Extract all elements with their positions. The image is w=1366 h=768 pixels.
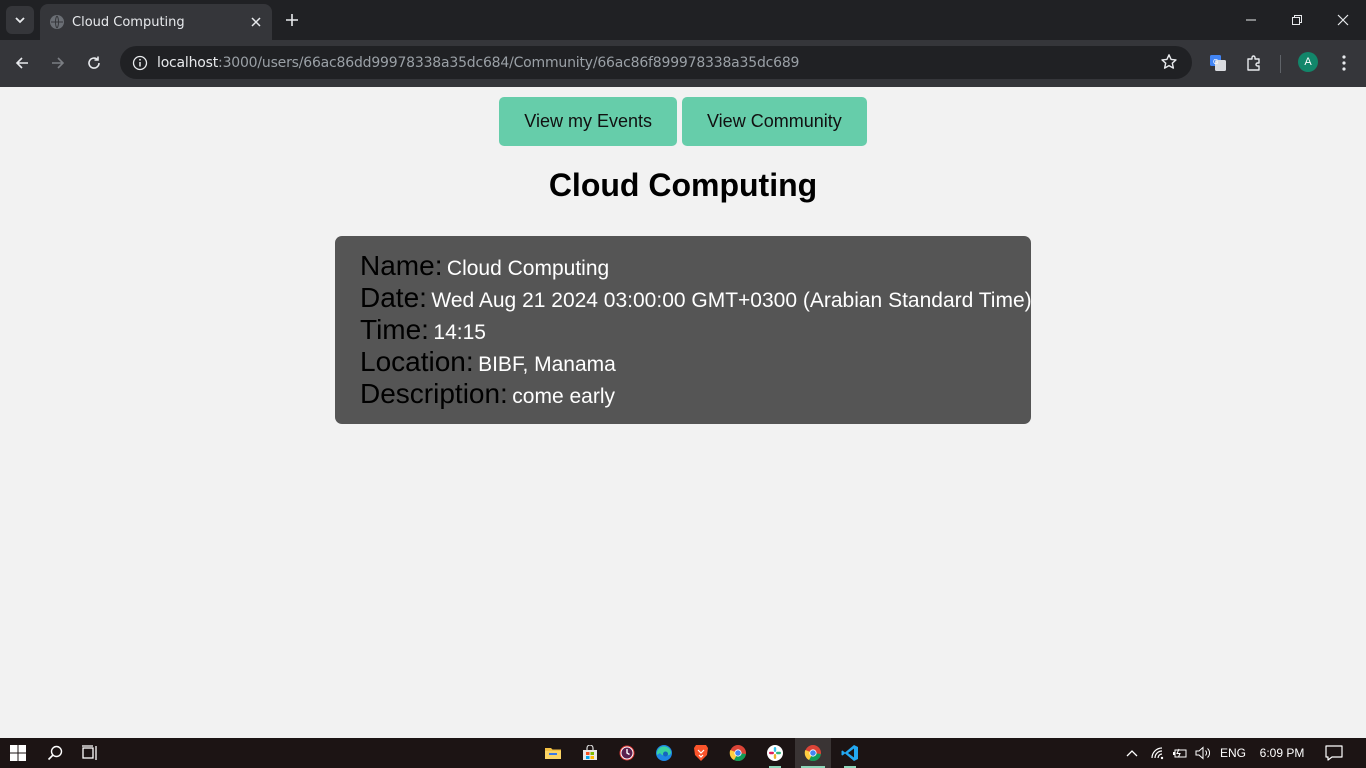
- reload-icon: [88, 56, 100, 69]
- windows-logo-icon: [10, 745, 26, 761]
- close-icon: [1337, 14, 1349, 26]
- page-nav: View my Events View Community: [0, 97, 1366, 146]
- restore-button[interactable]: [1274, 0, 1320, 40]
- slack-app[interactable]: [757, 738, 793, 768]
- file-explorer-app[interactable]: [535, 738, 571, 768]
- new-tab-button[interactable]: [280, 8, 304, 32]
- tab-close-icon[interactable]: [246, 12, 266, 32]
- address-bar[interactable]: localhost:3000/users/66ac86dd99978338a35…: [120, 46, 1192, 79]
- search-button[interactable]: [37, 738, 73, 768]
- page-content: View my Events View Community Cloud Comp…: [0, 87, 1366, 738]
- chrome-app-active[interactable]: [795, 738, 831, 768]
- tab-title: Cloud Computing: [72, 14, 185, 30]
- globe-icon: [50, 15, 64, 29]
- event-date-label: Date:: [360, 282, 427, 313]
- event-time-value: 14:15: [433, 321, 486, 344]
- network-icon[interactable]: [1148, 738, 1168, 768]
- chevron-up-icon: [1126, 750, 1138, 757]
- tab-search-button[interactable]: [6, 6, 34, 34]
- browser-tab-strip: Cloud Computing: [0, 0, 1366, 40]
- browser-tab-active[interactable]: Cloud Computing: [40, 4, 272, 40]
- event-name-label: Name:: [360, 250, 443, 281]
- event-description-row: Description: come early: [360, 378, 1006, 410]
- reload-button[interactable]: [79, 48, 109, 78]
- event-name-value: Cloud Computing: [446, 257, 610, 280]
- event-name-row: Name: Cloud Computing: [360, 250, 1006, 282]
- clock-app[interactable]: [609, 738, 645, 768]
- browser-toolbar: localhost:3000/users/66ac86dd99978338a35…: [0, 40, 1366, 87]
- task-view-icon: [82, 745, 97, 760]
- event-date-value: Wed Aug 21 2024 03:00:00 GMT+0300 (Arabi…: [431, 289, 1032, 312]
- chevron-down-icon: [15, 17, 25, 24]
- search-icon: [47, 745, 63, 761]
- start-button[interactable]: [0, 738, 36, 768]
- event-date-row: Date: Wed Aug 21 2024 03:00:00 GMT+0300 …: [360, 282, 1032, 314]
- battery-icon[interactable]: [1170, 738, 1190, 768]
- taskbar-clock[interactable]: 6:09 PM: [1252, 738, 1312, 768]
- edge-icon: [656, 745, 672, 761]
- event-location-label: Location:: [360, 346, 474, 377]
- event-description-label: Description:: [360, 378, 508, 409]
- slack-icon: [767, 745, 783, 761]
- view-my-events-button[interactable]: View my Events: [499, 97, 677, 146]
- tray-overflow-button[interactable]: [1122, 738, 1142, 768]
- back-button[interactable]: [7, 48, 37, 78]
- plus-icon: [286, 14, 298, 26]
- minimize-button[interactable]: [1228, 0, 1274, 40]
- url-path: :3000/users/66ac86dd99978338a35dc684/Com…: [218, 55, 800, 71]
- bookmark-star-icon[interactable]: [1160, 53, 1180, 73]
- brave-lion-icon: [694, 745, 708, 761]
- chrome-profile-icon: [804, 745, 821, 762]
- url-text[interactable]: localhost:3000/users/66ac86dd99978338a35…: [157, 55, 799, 71]
- chrome-icon: [729, 745, 746, 762]
- event-location-row: Location: BIBF, Manama: [360, 346, 1006, 378]
- site-info-icon[interactable]: [128, 51, 152, 75]
- event-details-card: Name: Cloud Computing Date: Wed Aug 21 2…: [335, 236, 1032, 424]
- page-title: Cloud Computing: [548, 167, 818, 203]
- forward-button[interactable]: [43, 48, 73, 78]
- profile-avatar[interactable]: A: [1298, 52, 1318, 72]
- arrow-right-icon: [52, 57, 65, 69]
- vscode-icon: [841, 745, 858, 761]
- chrome-app[interactable]: [720, 738, 756, 768]
- minimize-icon: [1246, 19, 1256, 21]
- windows-taskbar: ENG 6:09 PM: [0, 738, 1366, 768]
- event-time-label: Time:: [360, 314, 429, 345]
- edge-app[interactable]: [646, 738, 682, 768]
- event-description-value: come early: [512, 385, 615, 408]
- event-location-value: BIBF, Manama: [478, 353, 616, 376]
- arrow-left-icon: [15, 57, 28, 69]
- clock-app-icon: [619, 745, 635, 761]
- view-community-button[interactable]: View Community: [682, 97, 867, 146]
- close-window-button[interactable]: [1320, 0, 1366, 40]
- toolbar-divider: [1280, 55, 1281, 73]
- task-view-button[interactable]: [72, 738, 108, 768]
- store-app[interactable]: [572, 738, 608, 768]
- folder-icon: [545, 748, 561, 759]
- input-language[interactable]: ENG: [1216, 738, 1250, 768]
- url-host: localhost: [157, 55, 219, 71]
- event-time-row: Time: 14:15: [360, 314, 1006, 346]
- svg-text:G: G: [1213, 59, 1218, 66]
- brave-app[interactable]: [683, 738, 719, 768]
- extensions-puzzle-icon[interactable]: [1240, 49, 1268, 77]
- vscode-app[interactable]: [832, 738, 868, 768]
- google-translate-icon[interactable]: G: [1204, 49, 1232, 77]
- menu-kebab-icon[interactable]: [1330, 49, 1358, 77]
- store-bag-icon: [583, 745, 597, 760]
- notification-icon: [1325, 745, 1343, 761]
- volume-icon[interactable]: [1192, 738, 1214, 768]
- notifications-button[interactable]: [1318, 738, 1350, 768]
- restore-icon: [1292, 15, 1302, 25]
